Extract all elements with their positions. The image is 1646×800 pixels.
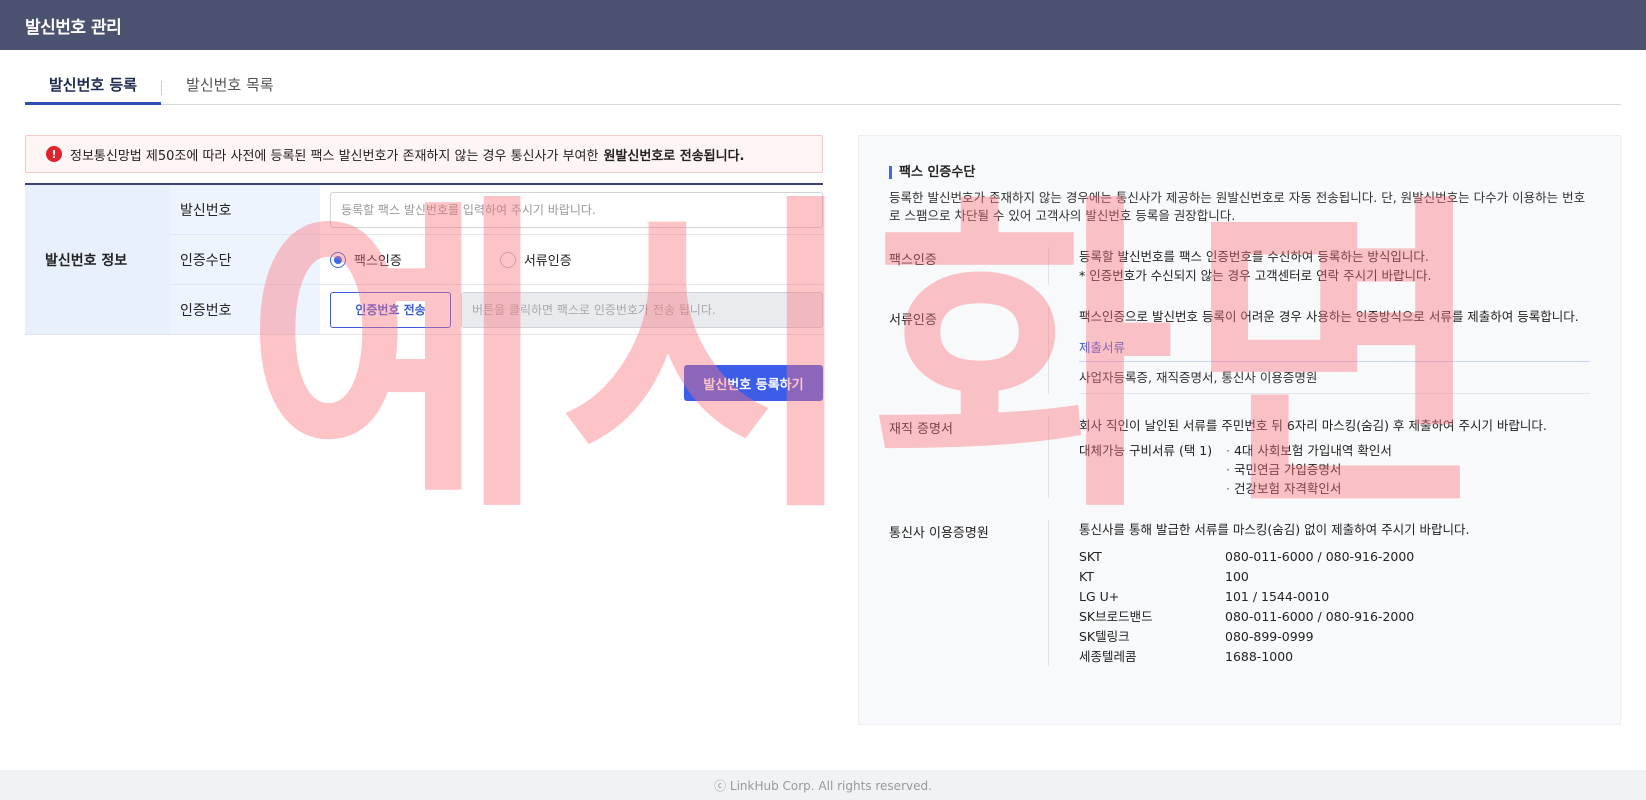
auth-method-label: 인증수단	[170, 235, 320, 285]
carrier-phone: 080-899-0999	[1225, 629, 1314, 644]
copyright-text: ⓒ LinkHub Corp. All rights reserved.	[714, 778, 932, 793]
auth-code-label: 인증번호	[170, 285, 320, 335]
carrier-phone: 100	[1225, 569, 1249, 584]
carrier-name: KT	[1079, 569, 1094, 584]
docs-list: 사업자등록증, 재직증명서, 통신사 이용증명원	[1079, 362, 1590, 394]
carrier-cert-section: 통신사 이용증명원 통신사를 통해 발급한 서류를 마스킹(숨김) 없이 제출하…	[889, 520, 1590, 666]
carrier-name: SK브로드밴드	[1079, 609, 1153, 624]
fax-auth-title: 팩스인증	[889, 247, 1049, 285]
list-item: 건강보험 자격확인서	[1226, 479, 1392, 498]
alt-docs: 대체가능 구비서류 (택 1) 4대 사회보험 가입내역 확인서 국민연금 가입…	[1079, 441, 1590, 498]
carrier-cert-line1: 통신사를 통해 발급한 서류를 마스킹(숨김) 없이 제출하여 주시기 바랍니다…	[1079, 522, 1470, 537]
fax-auth-body: 등록할 발신번호를 팩스 인증번호를 수신하여 등록하는 방식입니다. * 인증…	[1049, 247, 1590, 285]
docs-heading: 제출서류	[1079, 338, 1590, 362]
radio-doc-auth[interactable]: 서류인증	[499, 250, 572, 269]
carrier-phone: 080-011-6000 / 080-916-2000	[1225, 609, 1415, 624]
info-intro: 등록한 발신번호가 존재하지 않는 경우에는 통신사가 제공하는 원발신번호로 …	[889, 190, 1586, 223]
auth-code-input: 버튼을 클릭하면 팩스로 인증번호가 전송 됩니다.	[461, 291, 823, 328]
sender-number-cell: 등록할 팩스 발신번호를 입력하여 주시기 바랍니다.	[320, 185, 823, 235]
radio-fax-auth-label: 팩스인증	[354, 254, 402, 269]
doc-auth-body: 팩스인증으로 발신번호 등록이 어려운 경우 사용하는 인증방식으로 서류를 제…	[1049, 307, 1590, 394]
carrier-name: 세종텔레콤	[1079, 649, 1137, 664]
register-section: ! 정보통신망법 제50조에 따라 사전에 등록된 팩스 발신번호가 존재하지 …	[25, 135, 823, 401]
alt-docs-list: 4대 사회보험 가입내역 확인서 국민연금 가입증명서 건강보험 자격확인서	[1226, 441, 1392, 498]
tab-list[interactable]: 발신번호 목록	[162, 68, 298, 105]
alert-icon: !	[46, 146, 62, 162]
tab-bar: 발신번호 등록 발신번호 목록	[25, 68, 1621, 105]
doc-auth-title: 서류인증	[889, 307, 1049, 394]
notice-emphasis: 원발신번호로 전송됩니다.	[603, 148, 745, 164]
alt-docs-label: 대체가능 구비서류 (택 1)	[1079, 443, 1213, 458]
form-group-label: 발신번호 정보	[25, 185, 170, 335]
carrier-phone: 080-011-6000 / 080-916-2000	[1225, 549, 1415, 564]
sender-number-form: 발신번호 정보 발신번호 등록할 팩스 발신번호를 입력하여 주시기 바랍니다.…	[25, 183, 823, 335]
sender-number-input[interactable]: 등록할 팩스 발신번호를 입력하여 주시기 바랍니다.	[330, 191, 823, 228]
employment-body: 회사 직인이 날인된 서류를 주민번호 뒤 6자리 마스킹(숨김) 후 제출하여…	[1049, 416, 1590, 498]
list-item: 국민연금 가입증명서	[1226, 460, 1392, 479]
radio-unchecked-icon	[499, 251, 516, 268]
carrier-table: SKT 080-011-6000 / 080-916-2000 KT 100 L…	[1079, 547, 1590, 666]
auth-info-panel: 팩스 인증수단 등록한 발신번호가 존재하지 않는 경우에는 통신사가 제공하는…	[858, 135, 1621, 725]
carrier-phone: 1688-1000	[1225, 649, 1294, 664]
fax-auth-line1: 등록할 발신번호를 팩스 인증번호를 수신하여 등록하는 방식입니다.	[1079, 249, 1429, 264]
employment-line1: 회사 직인이 날인된 서류를 주민번호 뒤 6자리 마스킹(숨김) 후 제출하여…	[1079, 418, 1547, 433]
doc-auth-line1: 팩스인증으로 발신번호 등록이 어려운 경우 사용하는 인증방식으로 서류를 제…	[1079, 309, 1579, 324]
notice-banner: ! 정보통신망법 제50조에 따라 사전에 등록된 팩스 발신번호가 존재하지 …	[25, 135, 823, 173]
auth-code-cell: 인증번호 전송 버튼을 클릭하면 팩스로 인증번호가 전송 됩니다.	[320, 285, 823, 335]
carrier-name: SK텔링크	[1079, 629, 1130, 644]
notice-text: 정보통신망법 제50조에 따라 사전에 등록된 팩스 발신번호가 존재하지 않는…	[70, 148, 599, 164]
fax-auth-line2: * 인증번호가 수신되지 않는 경우 고객센터로 연락 주시기 바랍니다.	[1079, 268, 1432, 283]
send-auth-code-button[interactable]: 인증번호 전송	[330, 291, 451, 328]
footer: ⓒ LinkHub Corp. All rights reserved.	[0, 770, 1646, 800]
tab-register[interactable]: 발신번호 등록	[25, 68, 162, 105]
fax-auth-section: 팩스인증 등록할 발신번호를 팩스 인증번호를 수신하여 등록하는 방식입니다.…	[889, 247, 1590, 285]
register-sender-button[interactable]: 발신번호 등록하기	[684, 365, 823, 401]
employment-section: 재직 증명서 회사 직인이 날인된 서류를 주민번호 뒤 6자리 마스킹(숨김)…	[889, 416, 1590, 498]
top-header: 발신번호 관리	[0, 0, 1646, 50]
employment-title: 재직 증명서	[889, 416, 1049, 498]
auth-method-cell: 팩스인증 서류인증	[320, 235, 823, 285]
radio-fax-auth[interactable]: 팩스인증	[330, 250, 402, 269]
page-title: 발신번호 관리	[25, 17, 122, 38]
carrier-phone: 101 / 1544-0010	[1225, 589, 1330, 604]
carrier-cert-body: 통신사를 통해 발급한 서류를 마스킹(숨김) 없이 제출하여 주시기 바랍니다…	[1049, 520, 1590, 666]
list-item: 4대 사회보험 가입내역 확인서	[1226, 441, 1392, 460]
radio-doc-auth-label: 서류인증	[523, 254, 572, 269]
radio-checked-icon	[330, 251, 346, 268]
info-title: 팩스 인증수단	[889, 166, 1590, 179]
carrier-cert-title: 통신사 이용증명원	[889, 520, 1049, 666]
carrier-name: LG U+	[1079, 589, 1120, 604]
sender-number-label: 발신번호	[170, 185, 320, 235]
carrier-name: SKT	[1079, 549, 1102, 564]
doc-auth-section: 서류인증 팩스인증으로 발신번호 등록이 어려운 경우 사용하는 인증방식으로 …	[889, 307, 1590, 394]
